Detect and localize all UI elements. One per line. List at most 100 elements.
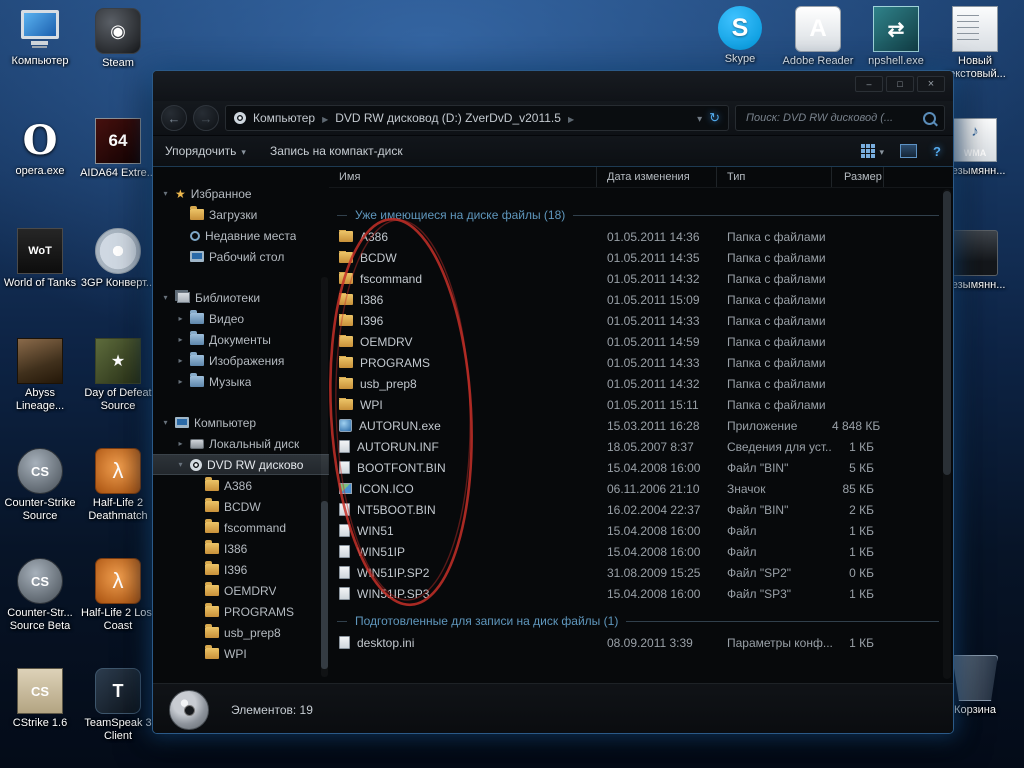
desktop-icon-skype[interactable]: S Skype bbox=[702, 6, 778, 66]
sidebar-item-изображения[interactable]: Изображения bbox=[153, 350, 329, 371]
sidebar-item-programs[interactable]: PROGRAMS bbox=[153, 601, 329, 622]
column-header-date[interactable]: Дата изменения bbox=[597, 167, 717, 187]
sidebar-item-i396[interactable]: I396 bbox=[153, 559, 329, 580]
file-row-desktop-ini[interactable]: desktop.ini 08.09.2011 3:39 Параметры конф… bbox=[329, 632, 953, 653]
desktop-icon-teamspeak-3-client[interactable]: T TeamSpeak 3 Client bbox=[80, 668, 156, 743]
search-box[interactable] bbox=[735, 105, 945, 131]
sidebar-item-музыка[interactable]: Музыка bbox=[153, 371, 329, 392]
change-view-button[interactable] bbox=[860, 144, 885, 158]
close-button[interactable] bbox=[917, 76, 945, 92]
desktop-icon-npshell-exe[interactable]: ⇄ npshell.exe bbox=[858, 6, 934, 68]
desktop-icon-adobe-reader[interactable]: A Adobe Reader bbox=[780, 6, 856, 68]
minimize-button[interactable] bbox=[855, 76, 883, 92]
sidebar-item-oemdrv[interactable]: OEMDRV bbox=[153, 580, 329, 601]
file-row-bcdw[interactable]: BCDW 01.05.2011 14:35 Папка с файлами bbox=[329, 247, 953, 268]
desktop-icon-abyss-lineage[interactable]: Abyss Lineage... bbox=[2, 338, 78, 413]
group-header-0[interactable]: Уже имеющиеся на диске файлы (18) bbox=[337, 204, 939, 226]
file-row-autorun-exe[interactable]: AUTORUN.exe 15.03.2011 16:28 Приложение 4 8… bbox=[329, 415, 953, 436]
desktop-icon-world-of-tanks[interactable]: WoT World of Tanks bbox=[2, 228, 78, 290]
forward-button[interactable] bbox=[193, 105, 219, 131]
desktop-icon-half-life-2-deathmatch[interactable]: λ Half-Life 2 Deathmatch bbox=[80, 448, 156, 523]
expander-icon[interactable] bbox=[161, 189, 170, 198]
sidebar-item-библиотеки[interactable]: Библиотеки bbox=[153, 287, 329, 308]
sidebar-item-i386[interactable]: I386 bbox=[153, 538, 329, 559]
chevron-down-icon[interactable] bbox=[697, 111, 702, 125]
expander-icon[interactable] bbox=[161, 418, 170, 427]
sidebar-scrollbar[interactable] bbox=[321, 277, 328, 677]
search-icon[interactable] bbox=[923, 111, 936, 125]
file-row-icon-ico[interactable]: ICON.ICO 06.11.2006 21:10 Значок 85 КБ bbox=[329, 478, 953, 499]
desktop-icon-opera-exe[interactable]: Oopera.exe bbox=[2, 117, 78, 178]
sidebar-item-документы[interactable]: Документы bbox=[153, 329, 329, 350]
sidebar-item-bcdw[interactable]: BCDW bbox=[153, 496, 329, 517]
file-row-usb-prep8[interactable]: usb_prep8 01.05.2011 14:32 Папка с файлами bbox=[329, 373, 953, 394]
file-row-win51[interactable]: WIN51 15.04.2008 16:00 Файл 1 КБ bbox=[329, 520, 953, 541]
breadcrumb-item-dvd-rw-дисковод-d-zverdvd-v2011-5[interactable]: DVD RW дисковод (D:) ZverDvD_v2011.5 bbox=[335, 111, 561, 125]
sidebar-item-избранное[interactable]: ★ Избранное bbox=[153, 183, 329, 204]
file-row-fscommand[interactable]: fscommand 01.05.2011 14:32 Папка с файлами bbox=[329, 268, 953, 289]
desktop-icon-3gp-конверт[interactable]: ♪ 3GP Конверт... bbox=[80, 228, 156, 290]
expander-icon[interactable] bbox=[176, 460, 185, 469]
expander-icon[interactable] bbox=[176, 439, 185, 448]
file-list-scrollbar[interactable] bbox=[943, 189, 951, 679]
maximize-button[interactable] bbox=[886, 76, 914, 92]
expander-icon[interactable] bbox=[161, 293, 170, 302]
breadcrumb[interactable]: Компьютер DVD RW дисковод (D:) ZverDvD_v2… bbox=[225, 105, 729, 131]
desktop-icon-steam[interactable]: ◉ Steam bbox=[80, 8, 156, 70]
file-row-autorun-inf[interactable]: AUTORUN.INF 18.05.2007 8:37 Сведения для у… bbox=[329, 436, 953, 457]
sidebar-item-видео[interactable]: Видео bbox=[153, 308, 329, 329]
sidebar-item-локальный-диск[interactable]: Локальный диск bbox=[153, 433, 329, 454]
column-header-name[interactable]: Имя bbox=[329, 167, 597, 187]
group-header-1[interactable]: Подготовленные для записи на диск файлы … bbox=[337, 610, 939, 632]
file-row-wpi[interactable]: WPI 01.05.2011 15:11 Папка с файлами bbox=[329, 394, 953, 415]
desktop-icon-компьютер[interactable]: Компьютер bbox=[2, 8, 78, 68]
sidebar-item-dvd-rw-дисково[interactable]: DVD RW дисково bbox=[153, 454, 329, 475]
file-row-win51ip-sp3[interactable]: WIN51IP.SP3 15.04.2008 16:00 Файл "SP3" 1 К… bbox=[329, 583, 953, 604]
file-row-programs[interactable]: PROGRAMS 01.05.2011 14:33 Папка с файлами bbox=[329, 352, 953, 373]
sidebar-item-рабочий-стол[interactable]: Рабочий стол bbox=[153, 246, 329, 267]
file-row-oemdrv[interactable]: OEMDRV 01.05.2011 14:59 Папка с файлами bbox=[329, 331, 953, 352]
breadcrumb-separator-icon[interactable] bbox=[322, 111, 328, 125]
file-name-cell: I386 bbox=[329, 292, 597, 307]
file-row-a386[interactable]: A386 01.05.2011 14:36 Папка с файлами bbox=[329, 226, 953, 247]
file-row-win51ip-sp2[interactable]: WIN51IP.SP2 31.08.2009 15:25 Файл "SP2" 0 К… bbox=[329, 562, 953, 583]
title-bar[interactable] bbox=[153, 71, 953, 101]
sidebar-item-a386[interactable]: A386 bbox=[153, 475, 329, 496]
column-header-size[interactable]: Размер bbox=[832, 167, 884, 187]
sidebar-item-wpi[interactable]: WPI bbox=[153, 643, 329, 664]
sidebar-item-компьютер[interactable]: Компьютер bbox=[153, 412, 329, 433]
folder-icon bbox=[205, 603, 219, 617]
file-row-win51ip[interactable]: WIN51IP 15.04.2008 16:00 Файл 1 КБ bbox=[329, 541, 953, 562]
desktop-icon-aida64-extre[interactable]: 64 AIDA64 Extre... bbox=[80, 118, 156, 180]
expander-icon[interactable] bbox=[176, 335, 185, 344]
organize-button[interactable]: Упорядочить bbox=[165, 144, 246, 158]
expander-icon[interactable] bbox=[176, 377, 185, 386]
sidebar-item-загрузки[interactable]: Загрузки bbox=[153, 204, 329, 225]
search-input[interactable] bbox=[744, 111, 923, 125]
cssbeta-icon: CS bbox=[17, 558, 63, 604]
expander-icon[interactable] bbox=[176, 314, 185, 323]
column-header-type[interactable]: Тип bbox=[717, 167, 832, 187]
burn-button[interactable]: Запись на компакт-диск bbox=[270, 144, 403, 158]
back-button[interactable] bbox=[161, 105, 187, 131]
breadcrumb-item-компьютер[interactable]: Компьютер bbox=[253, 111, 315, 125]
desktop-icon-counter-str-source-beta[interactable]: CS Counter-Str... Source Beta bbox=[2, 558, 78, 633]
breadcrumb-separator-icon[interactable] bbox=[568, 111, 574, 125]
desktop-icon-cstrike-1-6[interactable]: CS CStrike 1.6 bbox=[2, 668, 78, 730]
desktop-icon-counter-strike-source[interactable]: CS Counter-Strike Source bbox=[2, 448, 78, 523]
sidebar-item-usb-prep8[interactable]: usb_prep8 bbox=[153, 622, 329, 643]
expander-icon[interactable] bbox=[176, 356, 185, 365]
sidebar-item-fscommand[interactable]: fscommand bbox=[153, 517, 329, 538]
sidebar-scrollbar-thumb[interactable] bbox=[321, 501, 328, 669]
desktop-icon-half-life-2-lost-coast[interactable]: λ Half-Life 2 Lost Coast bbox=[80, 558, 156, 633]
preview-pane-button[interactable] bbox=[900, 144, 918, 158]
help-button[interactable] bbox=[933, 144, 941, 159]
file-list-scrollbar-thumb[interactable] bbox=[943, 191, 951, 476]
file-row-nt5boot-bin[interactable]: NT5BOOT.BIN 16.02.2004 22:37 Файл "BIN" 2 К… bbox=[329, 499, 953, 520]
refresh-icon[interactable] bbox=[709, 110, 720, 126]
file-row-i396[interactable]: I396 01.05.2011 14:33 Папка с файлами bbox=[329, 310, 953, 331]
file-row-i386[interactable]: I386 01.05.2011 15:09 Папка с файлами bbox=[329, 289, 953, 310]
sidebar-item-недавние-места[interactable]: Недавние места bbox=[153, 225, 329, 246]
desktop-icon-day-of-defeat-source[interactable]: ★ Day of Defeat Source bbox=[80, 338, 156, 413]
file-row-bootfont-bin[interactable]: BOOTFONT.BIN 15.04.2008 16:00 Файл "BIN" 5 … bbox=[329, 457, 953, 478]
